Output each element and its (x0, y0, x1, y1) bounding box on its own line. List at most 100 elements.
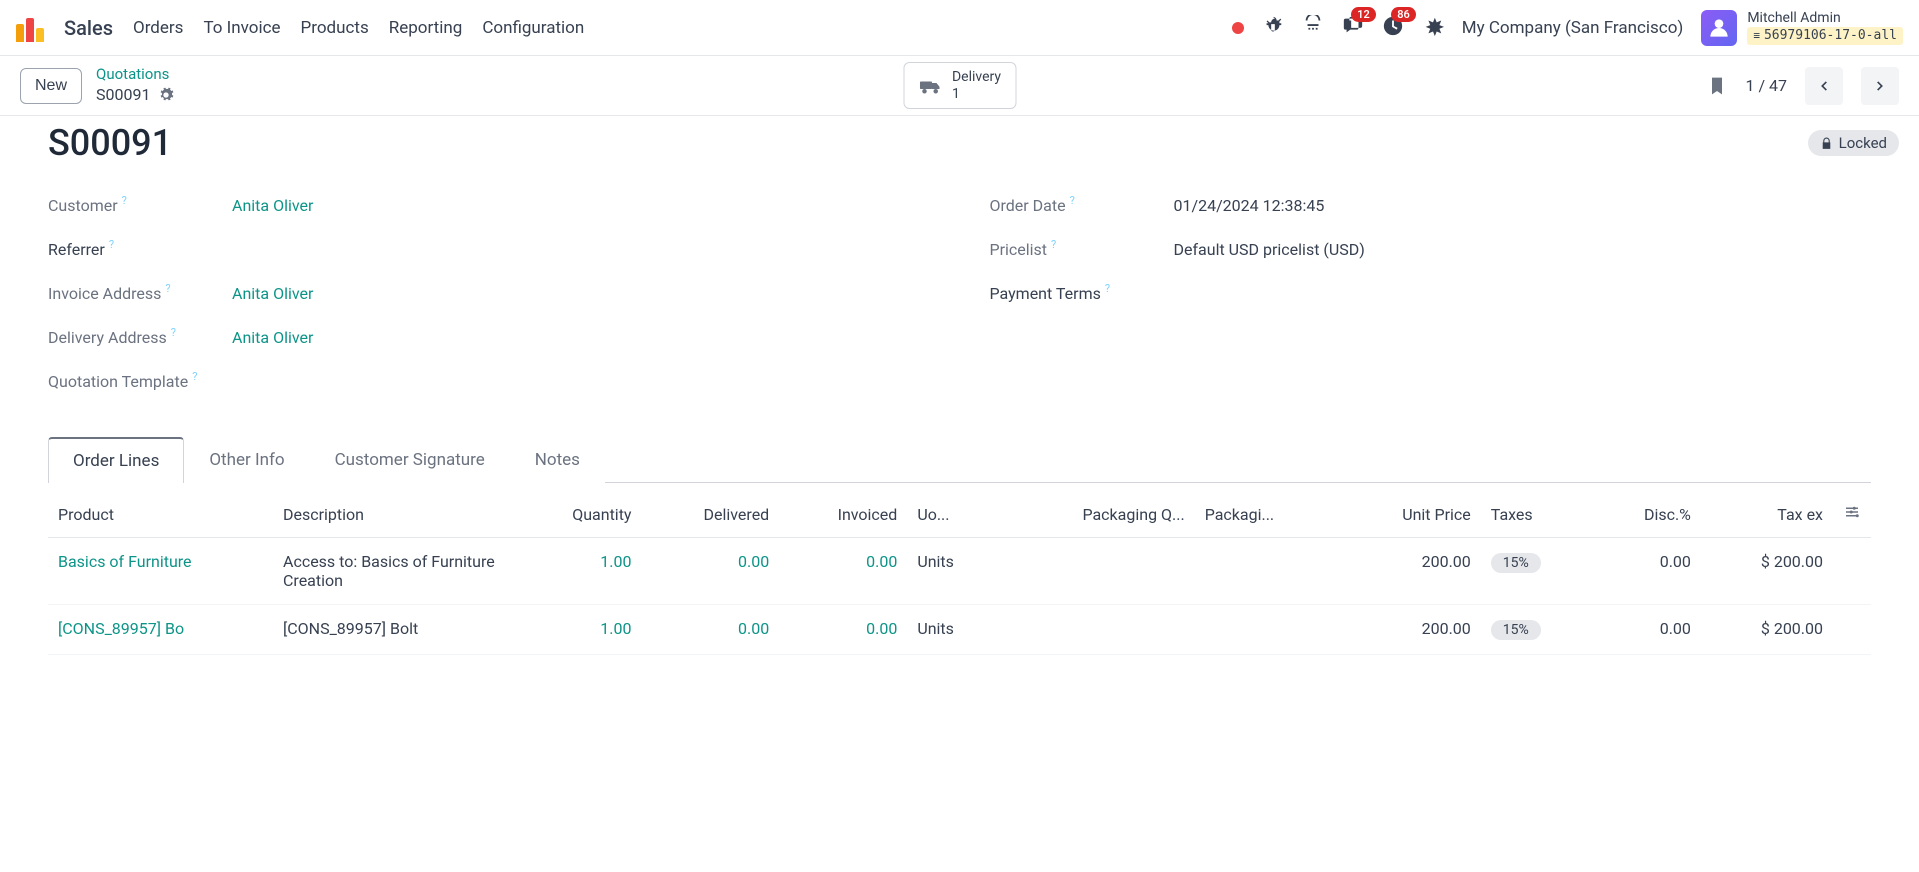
table-settings-icon[interactable] (1843, 503, 1861, 521)
cell-quantity[interactable]: 1.00 (514, 605, 641, 655)
th-taxes[interactable]: Taxes (1481, 491, 1594, 538)
activities-badge: 86 (1391, 7, 1416, 22)
th-unit-price[interactable]: Unit Price (1338, 491, 1480, 538)
app-logo[interactable] (16, 14, 44, 42)
help-icon[interactable]: ? (1051, 238, 1056, 251)
cell-delivered[interactable]: 0.00 (642, 538, 780, 605)
cell-quantity[interactable]: 1.00 (514, 538, 641, 605)
cell-pack-qty (998, 538, 1194, 605)
cell-product[interactable]: [CONS_89957] Bo (48, 605, 273, 655)
new-button[interactable]: New (20, 68, 82, 104)
table-row[interactable]: [CONS_89957] Bo[CONS_89957] Bolt1.000.00… (48, 605, 1871, 655)
th-uom[interactable]: Uo... (907, 491, 998, 538)
th-quantity[interactable]: Quantity (514, 491, 641, 538)
pricelist-label: Pricelist (990, 240, 1048, 259)
cell-disc: 0.00 (1593, 538, 1701, 605)
cell-unit-price: 200.00 (1338, 605, 1480, 655)
phone-icon[interactable] (1302, 15, 1324, 41)
th-tax-excl[interactable]: Tax ex (1701, 491, 1833, 538)
messages-icon[interactable]: 12 (1342, 15, 1364, 41)
invoice-address-label: Invoice Address (48, 284, 161, 303)
gear-icon[interactable] (158, 87, 174, 103)
order-lines-table: Product Description Quantity Delivered I… (48, 491, 1871, 655)
delivery-address-label: Delivery Address (48, 328, 167, 347)
tools-icon[interactable] (1422, 15, 1444, 41)
cell-disc: 0.00 (1593, 605, 1701, 655)
nav-reporting[interactable]: Reporting (389, 18, 463, 38)
delivery-stat-label: Delivery (952, 69, 1001, 86)
user-name: Mitchell Admin (1747, 10, 1903, 27)
customer-value[interactable]: Anita Oliver (232, 196, 313, 215)
breadcrumb: Quotations S00091 (96, 65, 174, 105)
help-icon[interactable]: ? (171, 326, 176, 339)
database-icon: ≡ (1753, 29, 1760, 42)
delivery-address-value[interactable]: Anita Oliver (232, 328, 313, 347)
help-icon[interactable]: ? (122, 194, 127, 207)
tab-order-lines[interactable]: Order Lines (48, 437, 184, 483)
form-view: Locked S00091 Customer? Anita Oliver Ref… (0, 122, 1919, 695)
cell-invoiced[interactable]: 0.00 (779, 538, 907, 605)
activities-icon[interactable]: 86 (1382, 15, 1404, 41)
nav-orders[interactable]: Orders (133, 18, 183, 38)
status-dot-icon[interactable] (1232, 22, 1244, 34)
help-icon[interactable]: ? (109, 238, 114, 251)
user-menu[interactable]: Mitchell Admin ≡56979106-17-0-all (1701, 10, 1903, 46)
customer-label: Customer (48, 196, 118, 215)
locked-badge: Locked (1808, 130, 1899, 156)
breadcrumb-root[interactable]: Quotations (96, 65, 174, 85)
tab-notes[interactable]: Notes (510, 437, 605, 483)
cell-tax-ex: $ 200.00 (1701, 538, 1833, 605)
bookmark-icon[interactable] (1707, 75, 1727, 97)
th-product[interactable]: Product (48, 491, 273, 538)
invoice-address-value[interactable]: Anita Oliver (232, 284, 313, 303)
tax-pill: 15% (1491, 553, 1541, 573)
table-row[interactable]: Basics of FurnitureAccess to: Basics of … (48, 538, 1871, 605)
delivery-stat-count: 1 (952, 86, 1001, 103)
cell-tax-ex: $ 200.00 (1701, 605, 1833, 655)
delivery-stat-button[interactable]: Delivery 1 (903, 62, 1016, 110)
cell-uom: Units (907, 605, 998, 655)
tab-customer-signature[interactable]: Customer Signature (310, 437, 510, 483)
help-icon[interactable]: ? (1105, 282, 1110, 295)
bug-icon[interactable] (1262, 15, 1284, 41)
company-selector[interactable]: My Company (San Francisco) (1462, 18, 1684, 38)
referrer-label: Referrer (48, 240, 105, 259)
topbar-right: 12 86 My Company (San Francisco) Mitchel… (1232, 10, 1903, 46)
nav-to-invoice[interactable]: To Invoice (203, 18, 280, 38)
payment-terms-label: Payment Terms (990, 284, 1101, 303)
avatar (1701, 10, 1737, 46)
order-date-label: Order Date (990, 196, 1066, 215)
breadcrumb-current: S00091 (96, 85, 150, 106)
help-icon[interactable]: ? (192, 370, 197, 383)
pricelist-value: Default USD pricelist (USD) (1174, 240, 1365, 259)
tabs: Order Lines Other Info Customer Signatur… (48, 436, 1871, 483)
th-packaging-qty[interactable]: Packaging Q... (998, 491, 1194, 538)
cell-invoiced[interactable]: 0.00 (779, 605, 907, 655)
cell-delivered[interactable]: 0.00 (642, 605, 780, 655)
th-disc[interactable]: Disc.% (1593, 491, 1701, 538)
truck-icon (918, 77, 942, 95)
cell-taxes: 15% (1481, 538, 1594, 605)
cell-packaging (1195, 538, 1339, 605)
cell-product[interactable]: Basics of Furniture (48, 538, 273, 605)
th-packaging[interactable]: Packagi... (1195, 491, 1339, 538)
help-icon[interactable]: ? (1070, 194, 1075, 207)
pager-text[interactable]: 1 / 47 (1745, 76, 1787, 95)
prev-button[interactable] (1805, 67, 1843, 105)
tab-other-info[interactable]: Other Info (184, 437, 309, 483)
cell-description: [CONS_89957] Bolt (273, 605, 514, 655)
lock-icon (1820, 137, 1833, 150)
th-description[interactable]: Description (273, 491, 514, 538)
record-title: S00091 (48, 122, 1871, 164)
tax-pill: 15% (1491, 620, 1541, 640)
app-name[interactable]: Sales (64, 16, 113, 40)
next-button[interactable] (1861, 67, 1899, 105)
nav-products[interactable]: Products (301, 18, 369, 38)
messages-badge: 12 (1351, 7, 1376, 22)
top-navbar: Sales Orders To Invoice Products Reporti… (0, 0, 1919, 56)
cell-taxes: 15% (1481, 605, 1594, 655)
th-invoiced[interactable]: Invoiced (779, 491, 907, 538)
th-delivered[interactable]: Delivered (642, 491, 780, 538)
help-icon[interactable]: ? (165, 282, 170, 295)
nav-configuration[interactable]: Configuration (482, 18, 584, 38)
